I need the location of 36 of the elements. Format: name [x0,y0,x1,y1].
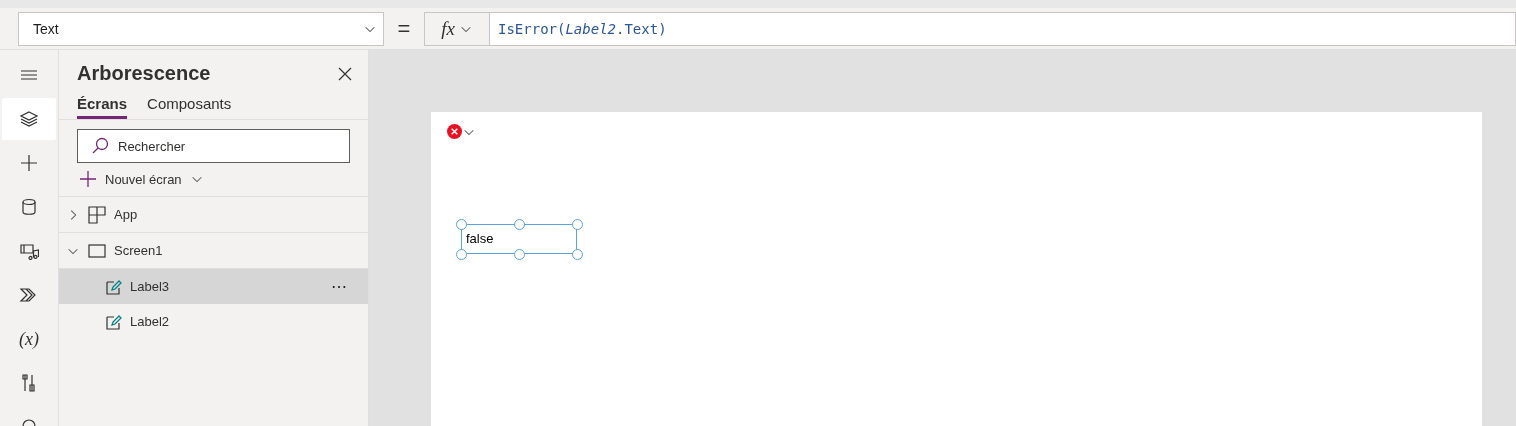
panel-title: Arborescence [77,62,211,85]
close-icon[interactable] [338,66,352,81]
resize-handle[interactable] [514,249,525,260]
resize-handle[interactable] [514,219,525,230]
tree-item-label: Label2 [130,314,171,329]
plus-icon [19,153,39,173]
error-icon [447,124,462,139]
equals-sign: = [396,15,412,42]
formula-field[interactable]: IsError(Label2.Text) [490,11,1516,46]
tree-item-label: Label3 [130,279,171,294]
tree-item-label: App [114,207,139,222]
tree-item[interactable]: Label3 ⋯ [59,269,368,304]
property-dropdown[interactable]: Text [18,11,384,46]
media-icon [19,241,39,261]
variables-icon: (x) [19,328,39,350]
resize-handle[interactable] [456,249,467,260]
search-field[interactable]: Rechercher [77,129,350,163]
layers-icon [19,109,39,129]
tab[interactable]: Composants [147,95,232,119]
edit-label-icon [106,278,122,295]
edit-label-icon [106,313,122,330]
grid-icon [88,205,106,224]
rail-button[interactable] [2,98,56,140]
resize-handle[interactable] [572,219,583,230]
tree-item-label: Screen1 [114,243,164,258]
fx-button[interactable]: fx [424,11,490,46]
plus-icon [79,170,97,188]
resize-handle[interactable] [456,219,467,230]
resize-handle[interactable] [572,249,583,260]
search-icon [91,137,109,155]
rail-button[interactable]: (x) [2,318,56,360]
more-button[interactable]: ⋯ [331,277,348,296]
tab[interactable]: Écrans [77,95,128,119]
database-icon [19,197,39,217]
new-screen-button[interactable]: Nouvel écran [79,170,204,188]
screen-icon [88,243,106,258]
